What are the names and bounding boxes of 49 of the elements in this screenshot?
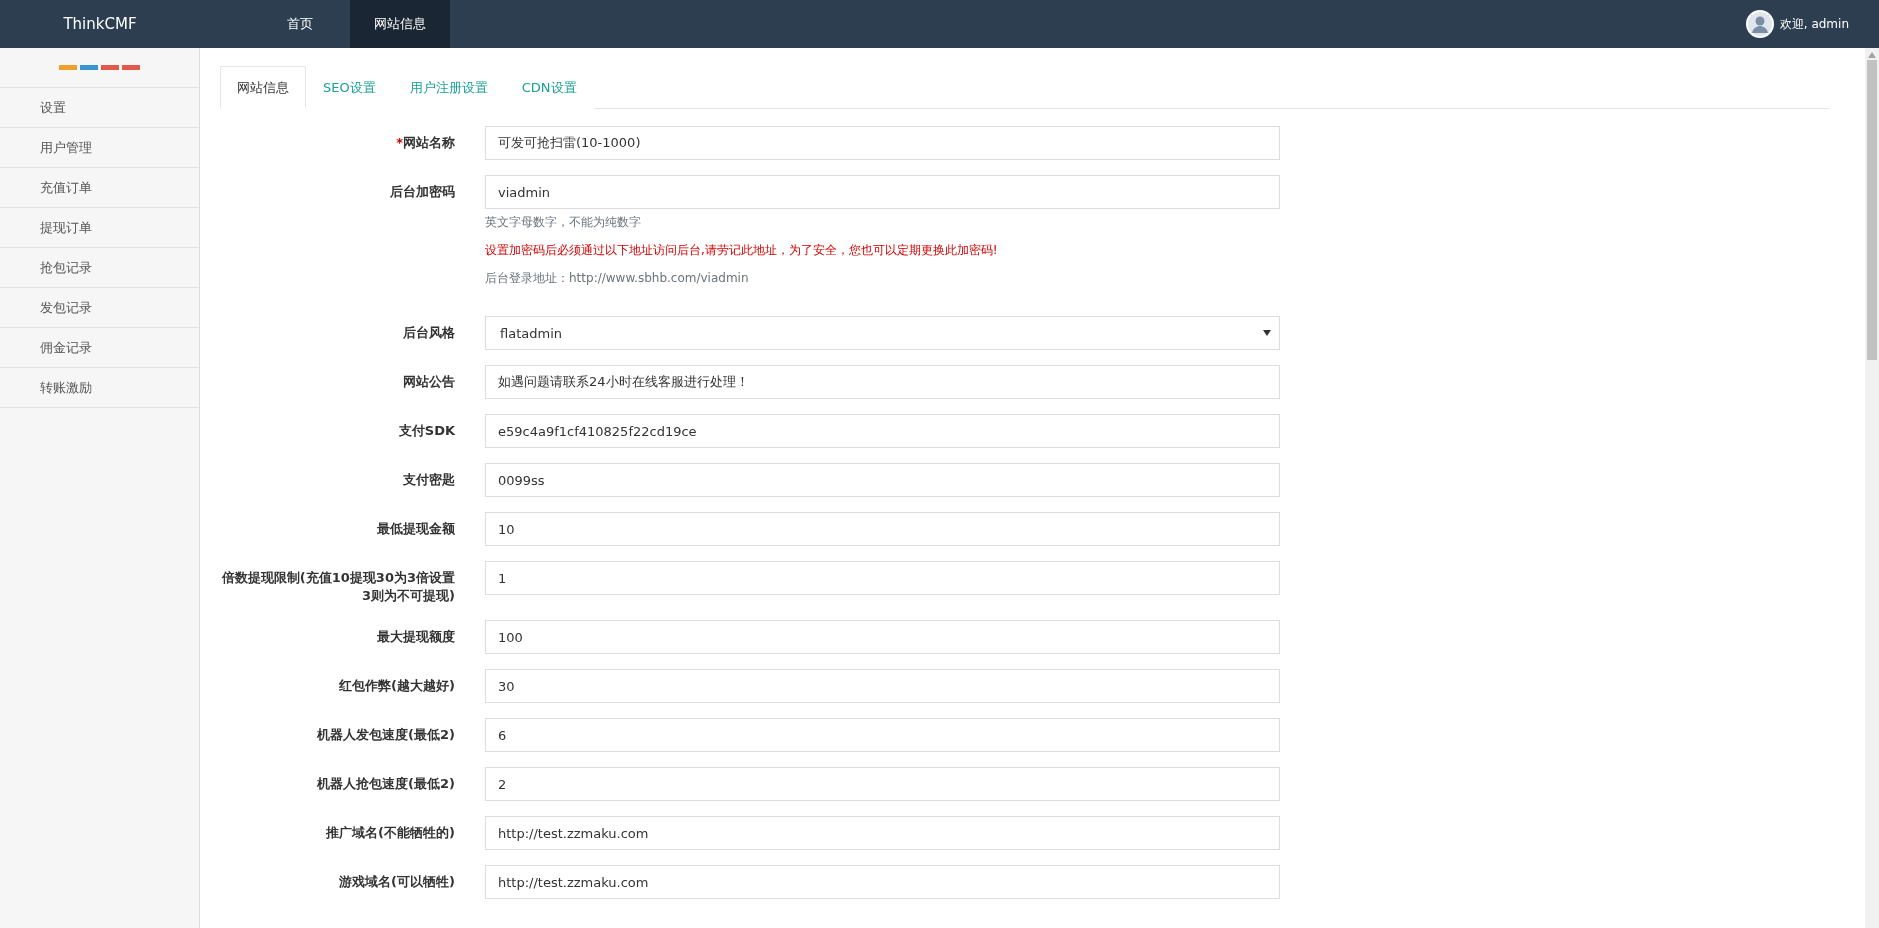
text-field[interactable]: 10 [485, 512, 1280, 546]
field-label: 游戏域名(可以牺牲) [338, 873, 456, 891]
field-label: 网站公告 [402, 373, 456, 391]
nav-tab[interactable]: 网站信息 [350, 0, 450, 48]
sidebar-item[interactable]: 提现订单 [0, 208, 199, 248]
field-label: 支付SDK [397, 422, 456, 440]
field-label: 后台风格 [402, 324, 456, 342]
welcome-text[interactable]: 欢迎, admin [1779, 15, 1849, 33]
brand-logo[interactable]: ThinkCMF [0, 0, 200, 48]
field-label: 机器人发包速度(最低2) [315, 726, 456, 744]
text-field[interactable]: viadmin [485, 175, 1280, 209]
field-label: 最大提现额度 [376, 628, 456, 646]
field-label: 支付密匙 [402, 471, 456, 489]
tab[interactable]: 网站信息 [220, 66, 306, 109]
dropdown[interactable]: flatadmin [485, 316, 1280, 350]
hint-text: 后台登录地址：http://www.sbhb.com/viadmin [485, 270, 750, 287]
sidebar-item[interactable]: 设置 [0, 88, 199, 128]
field-label: 最低提现金额 [376, 520, 456, 538]
field-label: 后台加密码 [389, 183, 456, 201]
scrollbar-thumb[interactable] [1867, 60, 1877, 360]
text-field[interactable]: http://test.zzmaku.com [485, 865, 1280, 899]
field-label: 推广域名(不能牺牲的) [325, 824, 456, 842]
avatar-icon[interactable] [1745, 10, 1774, 38]
text-field[interactable]: 6 [485, 718, 1280, 752]
hint-text: 英文字母数字，不能为纯数字 [485, 214, 642, 231]
field-label: 机器人抢包速度(最低2) [315, 775, 456, 793]
text-field[interactable]: 0099ss [485, 463, 1280, 497]
sidebar-item[interactable]: 转账激励 [0, 368, 199, 408]
warning-text: 设置加密码后必须通过以下地址访问后台,请劳记此地址，为了安全，您也可以定期更换此加密码! [485, 242, 999, 259]
sidebar-item[interactable]: 充值订单 [0, 168, 199, 208]
text-field[interactable]: 2 [485, 767, 1280, 801]
nav-tab[interactable]: 首页 [250, 0, 350, 48]
field-label: 倍数提现限制(充值10提现30为3倍设置3则为不可提现) [220, 569, 456, 605]
text-field[interactable]: http://test.zzmaku.com [485, 816, 1280, 850]
text-field[interactable]: 1 [485, 561, 1280, 595]
sidebar-item[interactable]: 发包记录 [0, 288, 199, 328]
sidebar-item[interactable]: 佣金记录 [0, 328, 199, 368]
sidebar-item[interactable]: 抢包记录 [0, 248, 199, 288]
scroll-up-icon[interactable] [1868, 52, 1876, 58]
text-field[interactable]: e59c4a9f1cf410825f22cd19ce [485, 414, 1280, 448]
sidebar-item[interactable]: 用户管理 [0, 128, 199, 168]
text-field[interactable]: 可发可抢扫雷(10-1000) [485, 126, 1280, 160]
field-label: 红包作弊(越大越好) [338, 677, 456, 695]
caret-icon [1263, 330, 1271, 336]
scrollbar[interactable] [1865, 48, 1879, 928]
text-field[interactable]: 30 [485, 669, 1280, 703]
text-field[interactable]: 100 [485, 620, 1280, 654]
text-field[interactable]: 如遇问题请联系24小时在线客服进行处理！ [485, 365, 1280, 399]
field-label: *网站名称 [395, 134, 456, 152]
